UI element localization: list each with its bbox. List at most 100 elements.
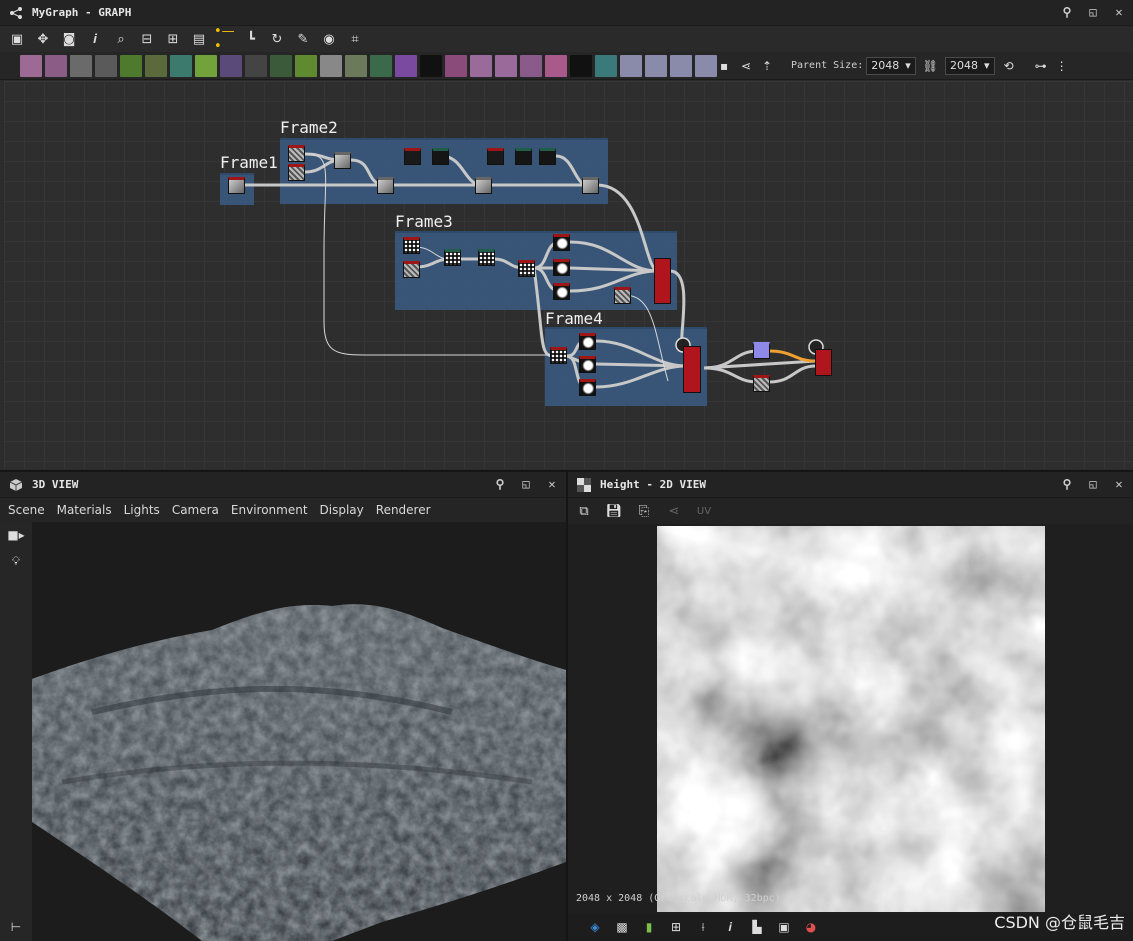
color-channels-icon[interactable]: ◕ [802,918,820,936]
gradient-map-icon[interactable] [195,54,217,77]
height-map-image[interactable] [657,526,1045,912]
frame-all-icon[interactable]: ▣ [6,28,28,50]
graph-node-dark-c[interactable] [539,148,556,165]
share-icon[interactable]: ⋖ [664,504,684,519]
preview-icon[interactable]: ◉ [318,28,340,50]
comment-icon[interactable]: ▪ [720,59,738,73]
graph-node-blob-a[interactable] [553,234,570,251]
pick-icon[interactable]: ⟊ [694,918,712,936]
menu-materials[interactable]: Materials [57,503,112,517]
graph-node-frame1-input[interactable] [228,177,245,194]
histogram-icon[interactable] [370,54,392,77]
graph-node-blend-a[interactable] [334,152,351,169]
maximize-icon[interactable]: ◱ [518,476,534,492]
3d-viewport[interactable] [32,522,566,941]
fill-icon[interactable] [545,54,567,77]
info-icon[interactable]: 𝒊 [721,918,739,936]
pin-icon[interactable]: ⚲ [1059,4,1075,20]
frame-icon[interactable] [695,54,717,77]
align-icon[interactable]: ⊟ [136,28,158,50]
graph-node-noise-d[interactable] [487,148,504,165]
blur-icon[interactable] [320,54,342,77]
node-align-horizontal-icon[interactable]: ⊶ [1035,59,1047,73]
maximize-icon[interactable]: ◱ [1085,476,1101,492]
graph-node-dots-c[interactable] [478,249,495,266]
graph-node-dots-b[interactable] [444,249,461,266]
value-processor-icon[interactable] [595,54,617,77]
link-angle-icon[interactable]: ┗ [240,28,262,50]
graph-node-dots-d[interactable] [518,260,535,277]
camera-icon[interactable]: ◙ [58,28,80,50]
tile-icon[interactable] [245,54,267,77]
fx-map-icon[interactable] [420,54,442,77]
layers-icon[interactable]: ◈ [586,918,604,936]
copy-icon[interactable]: ⎘ [634,504,654,519]
function-icon[interactable] [670,54,692,77]
node-align-vertical-icon[interactable]: ⋮ [1056,59,1068,73]
graph-node-dark-a[interactable] [432,148,449,165]
close-icon[interactable]: ✕ [1111,4,1127,20]
color-wheel-icon[interactable] [395,54,417,77]
maximize-icon[interactable]: ◱ [1085,4,1101,20]
link-style-icon[interactable]: •—• [214,24,236,54]
graph-node-dots-e[interactable] [550,347,567,364]
graph-node-blob-f[interactable] [579,379,596,396]
refresh-icon[interactable]: ↻ [266,28,288,50]
light-bulb-icon[interactable]: 💡︎ [0,548,32,574]
pin-node-icon[interactable]: ⇡ [762,59,780,73]
menu-environment[interactable]: Environment [231,503,308,517]
transparency-icon[interactable]: ▩ [613,918,631,936]
menu-camera[interactable]: Camera [172,503,219,517]
output-icon[interactable] [645,54,667,77]
frame-selected-icon[interactable]: ✥ [32,28,54,50]
distance-icon[interactable] [295,54,317,77]
mirror-icon[interactable] [470,54,492,77]
wrench-icon[interactable]: ✎ [292,28,314,50]
info-icon[interactable]: 𝒊 [84,28,106,50]
parent-size-width-select[interactable]: 2048 ▾ [866,56,916,75]
reset-icon[interactable]: ⟲ [1004,59,1014,73]
histogram-icon[interactable]: ▙ [748,918,766,936]
graph-node-noise-f[interactable] [614,287,631,304]
pixel-processor-icon[interactable] [570,54,592,77]
gradient-icon[interactable]: ▮ [640,918,658,936]
circle-icon[interactable] [220,54,242,77]
graph-node-output-frame3[interactable] [654,258,671,304]
transform-icon[interactable] [170,54,192,77]
export-icon[interactable]: ⧉ [574,504,594,519]
levels-icon[interactable] [145,54,167,77]
graph-canvas[interactable]: Frame1 Frame2 Frame3 Frame4 [4,81,1133,469]
graph-node-blob-c[interactable] [553,283,570,300]
graph-node-blend-c[interactable] [475,177,492,194]
curve-icon[interactable] [120,54,142,77]
bitmap-node-icon[interactable] [20,54,42,77]
library-icon[interactable]: ▤ [188,28,210,50]
tiling-icon[interactable]: ⊞ [667,918,685,936]
selection-icon[interactable] [520,54,542,77]
graph-node-noise-e[interactable] [403,261,420,278]
normal-icon[interactable] [345,54,367,77]
graph-node-blob-d[interactable] [579,333,596,350]
graph-node-noise-b[interactable] [288,164,305,181]
close-icon[interactable]: ✕ [544,476,560,492]
uniform-color-icon[interactable] [70,54,92,77]
menu-lights[interactable]: Lights [124,503,160,517]
link-icon[interactable]: ⛓ [923,59,938,73]
parent-size-height-select[interactable]: 2048 ▾ [945,56,995,75]
display-icon[interactable]: ▣ [775,918,793,936]
graph-node-noise-g[interactable] [753,375,770,392]
save-icon[interactable]: 💾︎ [604,504,624,519]
graph-node-dark-b[interactable] [515,148,532,165]
text-icon[interactable] [495,54,517,77]
menu-renderer[interactable]: Renderer [376,503,431,517]
pin-icon[interactable]: ⚲ [1059,476,1075,492]
blend-icon[interactable] [270,54,292,77]
svg-node-icon[interactable] [45,54,67,77]
graph-node-blend-d[interactable] [582,177,599,194]
graph-node-blend-b[interactable] [377,177,394,194]
menu-display[interactable]: Display [320,503,364,517]
close-icon[interactable]: ✕ [1111,476,1127,492]
graph-node-dots-a[interactable] [403,237,420,254]
uv-icon[interactable]: UV [694,506,714,517]
graph-node-blob-b[interactable] [553,259,570,276]
